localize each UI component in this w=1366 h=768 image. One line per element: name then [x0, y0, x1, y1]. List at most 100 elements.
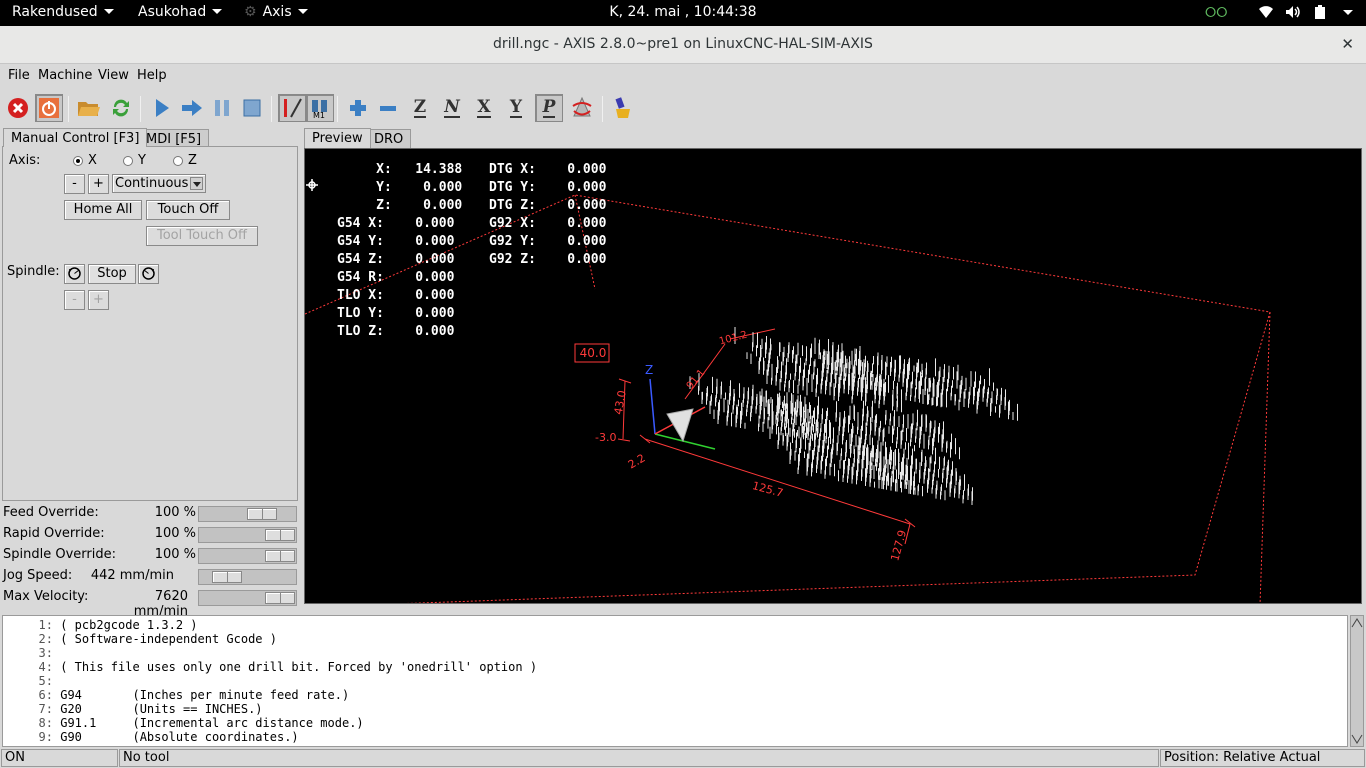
stop-icon [243, 99, 261, 117]
dro-left-row: G54 Y: 0.000 [337, 234, 455, 249]
gcode-line[interactable]: 4: ( This file uses only one drill bit. … [3, 660, 1347, 674]
stop-program-button[interactable] [238, 94, 266, 122]
spindle-stop-button[interactable]: Stop [88, 264, 136, 284]
gcode-line[interactable]: 8: G91.1 (Incremental arc distance mode.… [3, 716, 1347, 730]
toolbar-separator [140, 96, 141, 122]
gcode-line-number: 1: [38, 618, 53, 632]
gcode-line[interactable]: 3: [3, 646, 1347, 660]
view-z-button[interactable]: Z [406, 94, 434, 122]
toolbar-separator [337, 96, 338, 122]
spindle-reverse-button[interactable] [64, 264, 85, 284]
spindle-slower-button[interactable]: - [64, 290, 85, 310]
run-program-button[interactable] [148, 94, 176, 122]
axis-radio-y-label: Y [138, 153, 146, 168]
pause-program-button[interactable] [208, 94, 236, 122]
window-title: drill.ngc - AXIS 2.8.0~pre1 on LinuxCNC-… [493, 36, 873, 52]
slider-thumb[interactable] [265, 550, 295, 562]
spindle-override-value: 100 % [154, 547, 196, 562]
dro-right-row: G92 Z: 0.000 [489, 252, 607, 267]
slider-thumb[interactable] [265, 592, 295, 604]
close-icon[interactable]: ✕ [1341, 35, 1354, 53]
gcode-line[interactable]: 2: ( Software-independent Gcode ) [3, 632, 1347, 646]
view-perspective-button[interactable]: P [535, 94, 563, 122]
wifi-icon[interactable] [1258, 5, 1274, 23]
spindle-forward-button[interactable] [138, 264, 159, 284]
pause-icon [215, 100, 229, 116]
scroll-down-icon[interactable] [1351, 733, 1363, 745]
machine-power-button[interactable] [35, 94, 63, 122]
gcode-text[interactable]: 1: ( pcb2gcode 1.3.2 ) 2: ( Software-inde… [2, 615, 1348, 747]
tab-mdi[interactable]: MDI [F5] [138, 129, 210, 147]
axis-radio-x-label: X [88, 153, 97, 168]
gcode-line[interactable]: 7: G20 (Units == INCHES.) [3, 702, 1347, 716]
touch-off-button[interactable]: Touch Off [146, 200, 230, 220]
slider-thumb[interactable] [247, 508, 277, 520]
axis-radio-x[interactable] [73, 156, 83, 166]
jog-increment-select[interactable]: Continuous [112, 174, 206, 193]
system-menu[interactable] [1337, 5, 1353, 21]
tool-touch-off-button[interactable]: Tool Touch Off [146, 226, 258, 246]
power-icon [39, 98, 59, 118]
feed-override-value: 100 % [154, 505, 196, 520]
menu-machine[interactable]: Machine [38, 68, 92, 83]
volume-icon[interactable] [1285, 5, 1301, 23]
gcode-scrollbar[interactable] [1350, 615, 1364, 747]
optional-stop-toggle[interactable]: M1 [306, 94, 334, 122]
spindle-override-slider[interactable] [198, 548, 297, 564]
max-velocity-label: Max Velocity: [3, 589, 89, 604]
gcode-line[interactable]: 6: G94 (Inches per minute feed rate.) [3, 688, 1347, 702]
tool-status: No tool [119, 749, 1159, 767]
tab-manual-control[interactable]: Manual Control [F3] [3, 128, 148, 147]
zoom-out-button[interactable] [374, 94, 402, 122]
jog-speed-slider[interactable] [198, 569, 297, 585]
jog-plus-button[interactable]: + [88, 174, 109, 194]
gcode-line-text: G90 (Absolute coordinates.) [53, 730, 299, 744]
chevron-down-icon [190, 177, 203, 190]
open-file-button[interactable] [75, 94, 103, 122]
feed-override-slider[interactable] [198, 506, 297, 522]
dro-left-row: X: 14.388 [337, 162, 463, 177]
network-status-icon[interactable]: ⭘⭘ [1205, 5, 1227, 21]
reload-file-button[interactable] [107, 94, 135, 122]
toolbar: M1 Z N X Y P [0, 90, 1366, 128]
dro-overlay-right: DTG X: 0.000 DTG Y: 0.000 DTG Z: 0.000 G92 … [489, 161, 606, 269]
battery-icon[interactable] [1313, 5, 1327, 24]
toolpath-preview[interactable]: 40.0 Z 43.0 -3.0 2.2 125.7 127.9 91.1 10… [304, 148, 1362, 604]
axis-radio-z[interactable] [173, 156, 183, 166]
step-program-button[interactable] [178, 94, 206, 122]
gcode-line-number: 5: [38, 674, 53, 688]
scroll-up-icon[interactable] [1351, 617, 1363, 629]
gcode-line[interactable]: 5: [3, 674, 1347, 688]
axis-radio-y[interactable] [123, 156, 133, 166]
gcode-line-text: ( This file uses only one drill bit. For… [53, 660, 538, 674]
estop-icon [8, 98, 28, 118]
max-velocity-slider[interactable] [198, 590, 297, 606]
menu-help[interactable]: Help [137, 68, 167, 83]
slider-thumb[interactable] [265, 529, 295, 541]
clear-backplot-button[interactable] [610, 94, 638, 122]
zoom-in-button[interactable] [344, 94, 372, 122]
spindle-faster-button[interactable]: + [88, 290, 109, 310]
menu-view[interactable]: View [98, 68, 129, 83]
slider-thumb[interactable] [212, 571, 242, 583]
home-all-button[interactable]: Home All [64, 200, 142, 220]
tab-preview[interactable]: Preview [304, 128, 371, 148]
gcode-line[interactable]: 9: G90 (Absolute coordinates.) [3, 730, 1347, 744]
rotate-view-button[interactable] [568, 94, 596, 122]
view-z2-button[interactable]: N [438, 94, 466, 122]
view-x-button[interactable]: X [470, 94, 498, 122]
jog-minus-button[interactable]: - [64, 174, 85, 194]
menu-file[interactable]: File [8, 68, 30, 83]
gcode-line[interactable]: 1: ( pcb2gcode 1.3.2 ) [3, 618, 1347, 632]
tab-dro[interactable]: DRO [366, 129, 412, 148]
clock[interactable]: K, 24. mai , 10:44:38 [0, 4, 1366, 20]
dro-right-row: DTG Z: 0.000 [489, 198, 607, 213]
machine-state: ON [1, 749, 118, 767]
estop-button[interactable] [4, 94, 32, 122]
manual-control-panel: Axis: X Y Z - + Continuous Home All Touc… [2, 146, 298, 501]
dro-left-row: G54 X: 0.000 [337, 216, 455, 231]
view-y-button[interactable]: Y [502, 94, 530, 122]
block-delete-toggle[interactable] [278, 94, 306, 122]
tab-manual-label: Manual Control [F3] [11, 131, 140, 146]
rapid-override-slider[interactable] [198, 527, 297, 543]
